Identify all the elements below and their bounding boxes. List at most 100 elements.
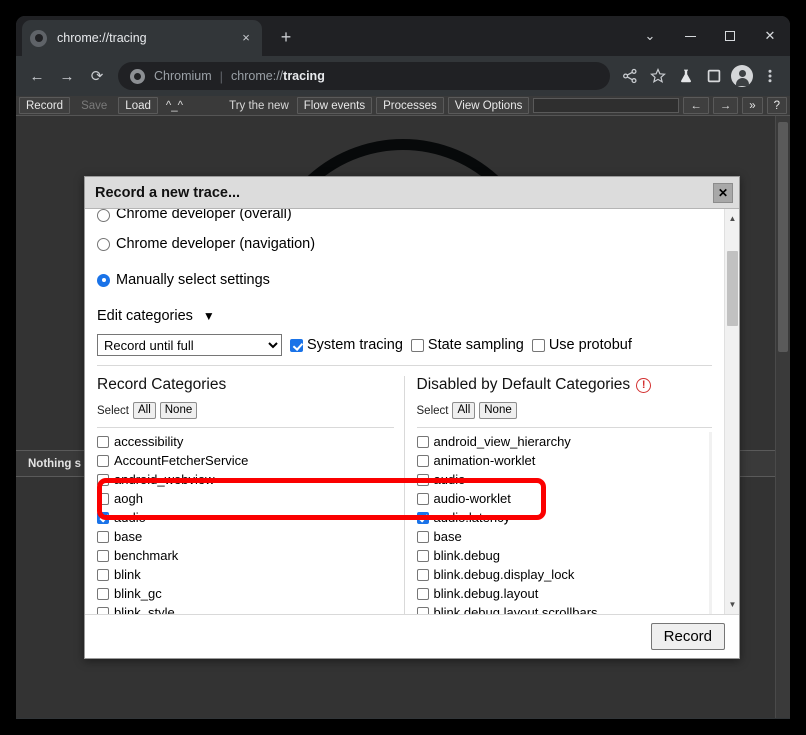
radio-icon[interactable]	[97, 237, 110, 251]
tab-search-chevron-down-icon[interactable]: ⌄	[630, 16, 670, 56]
heading-text: Disabled by Default Categories	[416, 376, 631, 393]
checkbox-icon[interactable]	[97, 454, 109, 467]
checkbox-icon[interactable]	[416, 530, 429, 543]
select-all-button[interactable]: All	[132, 402, 156, 419]
category-item[interactable]: blink.debug.layout.scrollbars	[416, 603, 713, 614]
category-item[interactable]: blink.debug.layout	[416, 584, 713, 603]
radio-icon[interactable]	[97, 209, 110, 222]
close-window-button[interactable]: ✕	[750, 16, 790, 56]
radio-chrome-developer-navigation[interactable]: Chrome developer (navigation)	[97, 230, 712, 258]
scroll-down-icon[interactable]: ▼	[725, 597, 739, 612]
flask-icon[interactable]	[672, 62, 700, 90]
checkbox-icon[interactable]	[531, 338, 545, 352]
category-item[interactable]: AccountFetcherService	[97, 451, 394, 470]
category-item[interactable]: blink_gc	[97, 584, 394, 603]
checkbox-icon[interactable]	[97, 435, 109, 448]
category-item[interactable]: base	[97, 527, 394, 546]
category-item[interactable]: android_webview	[97, 470, 394, 489]
tracing-vertical-scrollbar[interactable]	[775, 116, 790, 718]
record-mode-select[interactable]: Record until full	[97, 334, 282, 356]
checkbox-icon[interactable]	[416, 606, 429, 614]
checkbox-icon[interactable]	[97, 606, 109, 614]
checkbox-icon[interactable]	[416, 549, 429, 562]
category-item[interactable]: base	[416, 527, 713, 546]
checkbox-icon[interactable]	[97, 530, 109, 543]
flow-events-button[interactable]: Flow events	[296, 97, 373, 114]
category-item[interactable]: benchmark	[97, 546, 394, 565]
maximize-button[interactable]	[710, 16, 750, 56]
scrollbar-thumb[interactable]	[778, 122, 788, 352]
scroll-down-icon[interactable]: ▼	[709, 599, 713, 612]
use-protobuf-label: Use protobuf	[548, 337, 632, 353]
category-item[interactable]: blink.debug.display_lock	[416, 565, 713, 584]
back-arrow-icon[interactable]: ←	[22, 61, 52, 91]
checkbox-icon[interactable]	[97, 587, 109, 600]
select-all-button[interactable]: All	[452, 402, 476, 419]
category-item[interactable]: audio	[97, 508, 394, 527]
checkbox-icon[interactable]	[416, 435, 429, 448]
category-item[interactable]: animation-worklet	[416, 451, 713, 470]
disabled-by-default-categories-column: Disabled by Default Categories ! Select …	[405, 376, 713, 614]
category-list-scrollbar[interactable]: ▼	[709, 432, 712, 614]
category-item[interactable]: blink	[97, 565, 394, 584]
scroll-up-icon[interactable]: ▲	[725, 211, 739, 226]
chevron-down-icon[interactable]: ▼	[203, 309, 215, 323]
trace-record-button[interactable]: Record	[19, 97, 71, 114]
checkbox-icon[interactable]	[416, 454, 429, 467]
category-item[interactable]: blink_style	[97, 603, 394, 614]
dialog-vertical-scrollbar[interactable]: ▲ ▼	[724, 209, 739, 614]
reload-icon[interactable]: ⟳	[82, 61, 112, 91]
overflow-button[interactable]: »	[742, 97, 763, 114]
category-item[interactable]: aogh	[97, 489, 394, 508]
checkbox-icon[interactable]	[416, 511, 429, 524]
category-item[interactable]: audio-worklet	[416, 489, 713, 508]
category-item[interactable]: accessibility	[97, 432, 394, 451]
view-options-button[interactable]: View Options	[447, 97, 530, 114]
state-sampling-toggle[interactable]: State sampling	[410, 337, 524, 353]
system-tracing-toggle[interactable]: System tracing	[290, 337, 403, 353]
checkbox-icon[interactable]	[97, 549, 109, 562]
forward-arrow-icon[interactable]: →	[52, 61, 82, 91]
category-item[interactable]: audio	[416, 470, 713, 489]
close-icon[interactable]: ×	[238, 30, 254, 46]
edit-categories-toggle[interactable]: Edit categories ▼	[97, 308, 712, 324]
new-tab-button[interactable]: +	[274, 26, 298, 50]
category-item[interactable]: blink.debug	[416, 546, 713, 565]
help-button[interactable]: ?	[766, 97, 787, 114]
profile-avatar[interactable]	[728, 62, 756, 90]
category-label: benchmark	[114, 548, 179, 563]
minimize-button[interactable]	[670, 16, 710, 56]
three-dot-menu-icon[interactable]	[756, 62, 784, 90]
checkbox-icon[interactable]	[97, 511, 109, 524]
select-none-button[interactable]: None	[159, 402, 198, 419]
checkbox-icon[interactable]	[290, 338, 303, 352]
checkbox-icon[interactable]	[410, 338, 424, 352]
record-button[interactable]: Record	[650, 623, 725, 650]
checkbox-icon[interactable]	[416, 473, 429, 486]
search-prev-button[interactable]: ←	[683, 97, 709, 114]
search-next-button[interactable]: →	[712, 97, 739, 114]
trace-load-button[interactable]: Load	[118, 97, 158, 114]
category-item[interactable]: audio.latency	[416, 508, 713, 527]
share-icon[interactable]	[616, 62, 644, 90]
checkbox-icon[interactable]	[97, 492, 109, 505]
use-protobuf-toggle[interactable]: Use protobuf	[531, 337, 632, 353]
processes-button[interactable]: Processes	[376, 97, 444, 114]
radio-icon[interactable]	[97, 273, 110, 287]
checkbox-icon[interactable]	[416, 568, 429, 581]
select-none-button[interactable]: None	[479, 402, 517, 419]
radio-manually-select-settings[interactable]: Manually select settings	[97, 266, 712, 294]
category-item[interactable]: android_view_hierarchy	[416, 432, 713, 451]
checkbox-icon[interactable]	[416, 587, 429, 600]
radio-chrome-developer-overall[interactable]: Chrome developer (overall)	[97, 209, 712, 222]
checkbox-icon[interactable]	[416, 492, 429, 505]
bookmark-star-icon[interactable]	[644, 62, 672, 90]
checkbox-icon[interactable]	[97, 568, 109, 581]
trace-search-input[interactable]	[533, 98, 680, 113]
checkbox-icon[interactable]	[97, 473, 109, 486]
close-icon[interactable]: ✕	[713, 182, 733, 203]
browser-tab[interactable]: chrome://tracing ×	[22, 20, 262, 56]
scrollbar-thumb[interactable]	[727, 251, 738, 326]
address-bar[interactable]: Chromium | chrome://tracing	[118, 62, 610, 90]
side-panel-icon[interactable]	[700, 62, 728, 90]
